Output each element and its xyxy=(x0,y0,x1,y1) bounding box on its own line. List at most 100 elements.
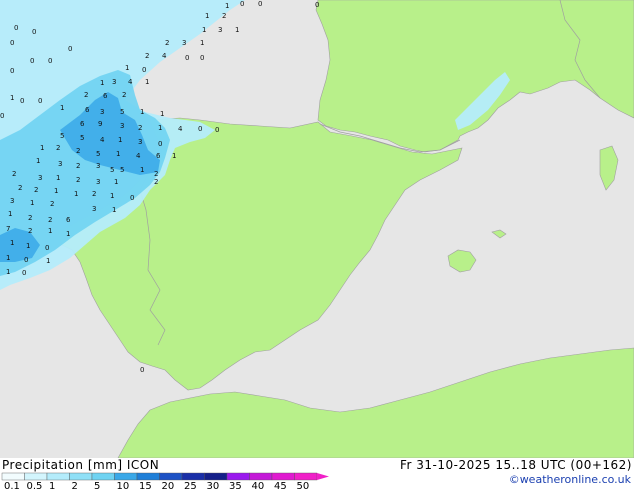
point-value-label: 1 xyxy=(100,79,104,87)
footer-bar: Precipitation [mm] ICON Fr 31-10-2025 15… xyxy=(0,458,634,490)
point-value-label: 2 xyxy=(122,91,126,99)
point-value-label: 0 xyxy=(10,67,14,75)
point-value-label: 0 xyxy=(158,140,162,148)
point-value-label: 1 xyxy=(66,230,70,238)
point-value-label: 2 xyxy=(56,144,60,152)
legend-tick-label: 0.5 xyxy=(27,481,43,490)
legend-swatch xyxy=(249,472,273,481)
legend-tick-label: 25 xyxy=(184,481,197,490)
point-value-label: 1 xyxy=(10,94,14,102)
point-value-label: 0 xyxy=(198,125,202,133)
point-value-label: 0 xyxy=(22,269,26,277)
point-value-label: 1 xyxy=(36,157,40,165)
point-value-label: 1 xyxy=(8,210,12,218)
point-value-label: 1 xyxy=(6,268,10,276)
point-value-label: 0 xyxy=(32,28,36,36)
point-value-label: 0 xyxy=(258,0,262,8)
legend-tick-label: 0.1 xyxy=(4,481,20,490)
point-value-label: 4 xyxy=(128,78,133,86)
point-value-label: 0 xyxy=(14,24,18,32)
point-value-label: 3 xyxy=(10,197,14,205)
point-value-label: 3 xyxy=(38,174,42,182)
point-value-label: 1 xyxy=(114,178,118,186)
point-value-label: 6 xyxy=(80,120,85,128)
point-value-label: 3 xyxy=(120,122,124,130)
point-value-label: 1 xyxy=(205,12,209,20)
point-value-label: 1 xyxy=(158,124,162,132)
point-value-label: 3 xyxy=(112,78,116,86)
point-value-label: 1 xyxy=(140,108,144,116)
point-value-label: 1 xyxy=(202,26,206,34)
point-value-label: 1 xyxy=(112,206,116,214)
point-value-label: 4 xyxy=(178,125,183,133)
point-value-label: 7 xyxy=(6,225,10,233)
point-value-label: 0 xyxy=(20,97,24,105)
point-value-label: 2 xyxy=(145,52,149,60)
point-value-label: 1 xyxy=(46,257,50,265)
point-value-label: 2 xyxy=(50,200,54,208)
point-value-label: 5 xyxy=(96,150,100,158)
point-value-label: 3 xyxy=(138,138,142,146)
legend-swatch xyxy=(24,472,48,481)
point-value-label: 4 xyxy=(162,52,167,60)
legend-tick-label: 45 xyxy=(274,481,287,490)
point-value-label: 0 xyxy=(315,1,319,9)
point-value-label: 3 xyxy=(182,39,186,47)
point-value-label: 4 xyxy=(100,136,105,144)
legend-tick-label: 10 xyxy=(117,481,130,490)
point-value-label: 1 xyxy=(60,104,64,112)
point-value-label: 2 xyxy=(12,170,16,178)
map-title: Precipitation [mm] ICON xyxy=(2,458,160,472)
point-value-label: 3 xyxy=(218,26,222,34)
point-value-label: 0 xyxy=(24,256,28,264)
legend-swatch xyxy=(159,472,183,481)
point-value-label: 1 xyxy=(235,26,239,34)
point-value-label: 2 xyxy=(165,39,169,47)
legend-swatch xyxy=(204,472,228,481)
point-value-label: 2 xyxy=(28,214,32,222)
legend-swatch xyxy=(1,472,25,481)
legend-swatch xyxy=(226,472,250,481)
legend-tick-label: 15 xyxy=(139,481,152,490)
point-value-label: 0 xyxy=(48,57,52,65)
point-value-label: 2 xyxy=(154,178,158,186)
point-value-label: 3 xyxy=(96,162,100,170)
point-value-label: 1 xyxy=(125,64,129,72)
point-value-label: 2 xyxy=(92,190,96,198)
point-value-label: 1 xyxy=(26,242,30,250)
legend-swatch xyxy=(294,472,318,481)
legend-arrow xyxy=(317,473,329,480)
legend-swatch xyxy=(114,472,138,481)
point-value-label: 6 xyxy=(156,152,161,160)
point-value-label: 1 xyxy=(74,190,78,198)
point-value-label: 0 xyxy=(38,97,42,105)
precipitation-legend: 0.1 0.5 1 2 5 10 15 20 25 30 35 40 45 50 xyxy=(1,472,329,490)
point-value-label: 2 xyxy=(138,124,142,132)
point-value-label: 1 xyxy=(225,2,229,10)
credit-link[interactable]: ©weatheronline.co.uk xyxy=(509,473,631,486)
point-value-label: 2 xyxy=(154,170,158,178)
legend-swatch xyxy=(271,472,295,481)
point-value-label: 1 xyxy=(118,136,122,144)
point-value-label: 0 xyxy=(185,54,189,62)
point-value-label: 2 xyxy=(18,184,22,192)
legend-tick-label: 5 xyxy=(94,481,100,490)
point-value-label: 5 xyxy=(110,166,114,174)
point-value-label: 0 xyxy=(200,54,204,62)
point-value-label: 1 xyxy=(6,254,10,262)
map-canvas: 1 201 0 00 1 3 102 3 1002 4 0 0001 01 3 4 102621 0001 6 3 5… xyxy=(0,0,634,458)
legend-swatches xyxy=(1,472,329,481)
legend-tick-label: 20 xyxy=(162,481,175,490)
point-value-label: 1 xyxy=(172,152,176,160)
legend-tick-label: 30 xyxy=(207,481,220,490)
legend-tick-label: 2 xyxy=(72,481,78,490)
valid-time: Fr 31-10-2025 15..18 UTC (00+162) xyxy=(399,458,632,472)
point-value-label: 5 xyxy=(80,134,84,142)
point-value-label: 6 xyxy=(66,216,71,224)
legend-tick-label: 40 xyxy=(252,481,265,490)
legend-swatch xyxy=(46,472,70,481)
legend-tick-label: 50 xyxy=(297,481,310,490)
legend-swatch xyxy=(69,472,93,481)
point-value-label: 0 xyxy=(140,366,144,374)
point-value-label: 1 xyxy=(116,150,120,158)
